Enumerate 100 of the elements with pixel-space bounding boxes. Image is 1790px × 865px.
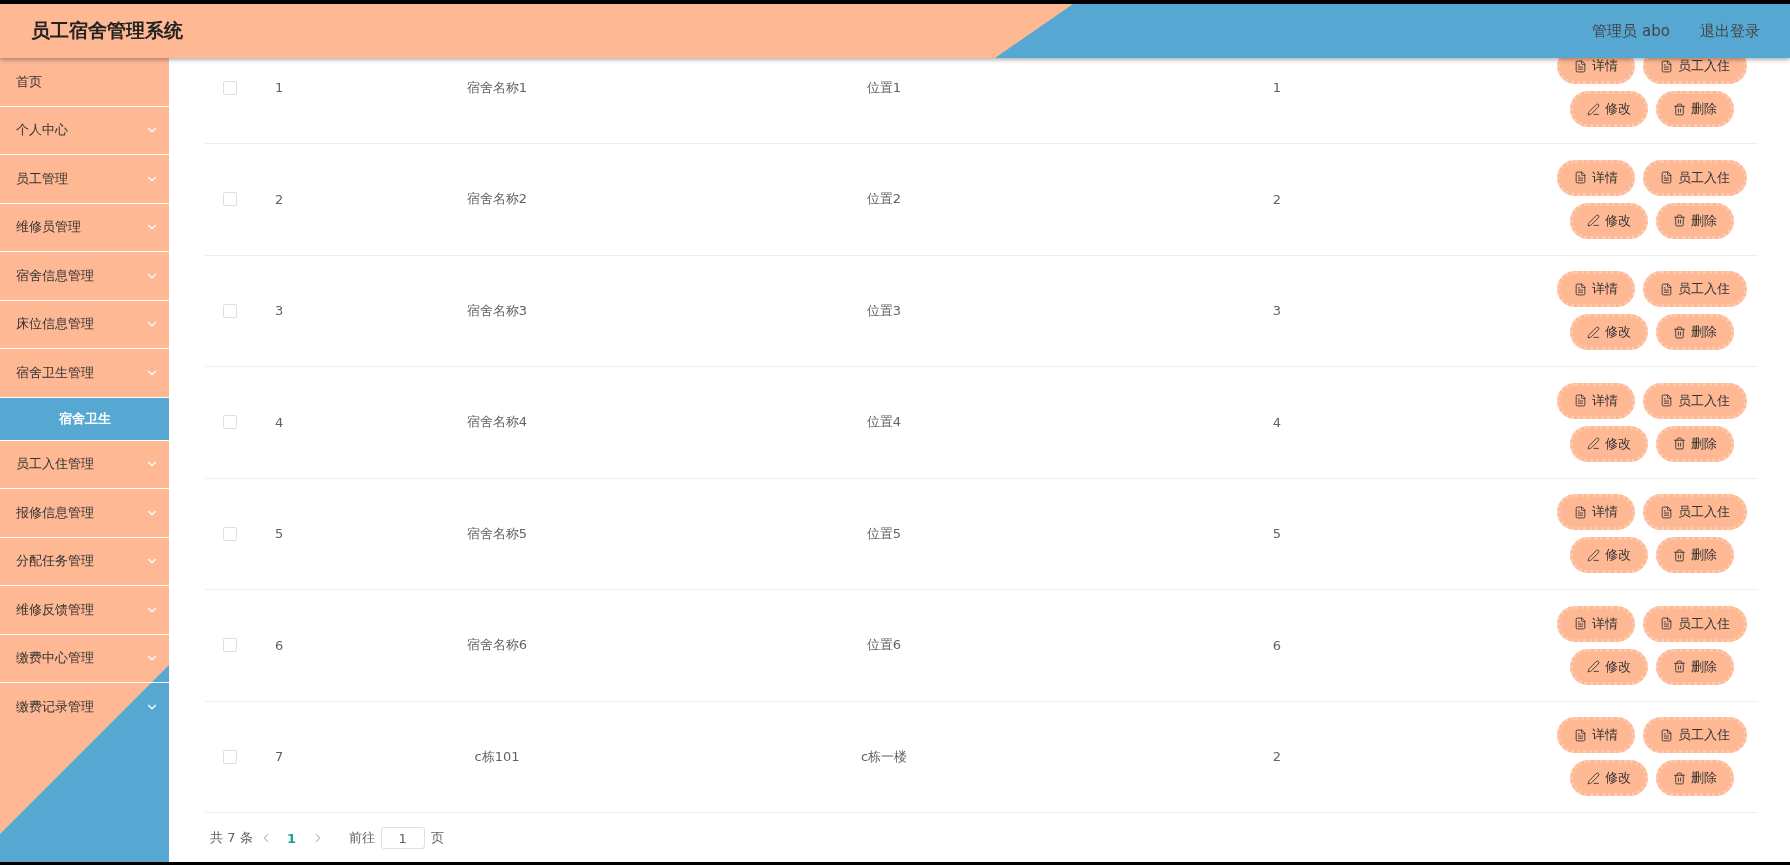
row-checkbox[interactable] xyxy=(223,526,237,541)
detail-button[interactable]: 详情 xyxy=(1557,159,1635,196)
delete-button[interactable]: 删除 xyxy=(1656,648,1734,685)
checkin-button[interactable]: 员工入住 xyxy=(1643,717,1747,754)
table-cell: 位置3 xyxy=(866,301,902,320)
table-cell-text: 1 xyxy=(274,80,284,96)
menu-item[interactable]: 报修信息管理 xyxy=(0,489,169,538)
table-cell: 1 xyxy=(1272,80,1282,96)
menu-item[interactable]: 员工管理 xyxy=(0,155,169,204)
checkin-button[interactable]: 员工入住 xyxy=(1643,271,1747,308)
pencil-icon xyxy=(1587,437,1600,451)
goto-label: 前往 xyxy=(348,829,375,847)
detail-button[interactable]: 详情 xyxy=(1557,717,1635,754)
document-icon xyxy=(1574,505,1587,519)
table-cell: c栋101 xyxy=(474,747,520,766)
table-cell: 2 xyxy=(1272,191,1282,207)
menu-item[interactable]: 宿舍卫生管理 xyxy=(0,349,169,398)
trash-icon xyxy=(1673,437,1686,451)
menu-item[interactable]: 分配任务管理 xyxy=(0,537,169,586)
menu-item[interactable]: 首页 xyxy=(0,58,169,107)
table-cell-text: 7 xyxy=(274,749,284,765)
document-icon xyxy=(1574,171,1587,185)
table-cell: 宿舍名称4 xyxy=(466,413,528,432)
document-icon xyxy=(1574,282,1587,296)
document-icon xyxy=(1660,617,1673,631)
table-cell: 6 xyxy=(1272,637,1282,653)
document-icon xyxy=(1574,617,1587,631)
edit-button[interactable]: 修改 xyxy=(1570,202,1648,239)
checkin-button[interactable]: 员工入住 xyxy=(1643,159,1747,196)
table-cell: 宿舍名称6 xyxy=(466,636,528,655)
edit-button[interactable]: 修改 xyxy=(1570,314,1648,351)
table-cell: 位置5 xyxy=(866,524,902,543)
table-cell-text: 3 xyxy=(274,303,284,319)
trash-icon xyxy=(1673,548,1686,562)
menu-item[interactable]: 宿舍信息管理 xyxy=(0,252,169,301)
table-cell: 宿舍名称1 xyxy=(466,78,528,97)
pencil-icon xyxy=(1587,548,1600,562)
document-icon xyxy=(1660,59,1673,73)
row-checkbox[interactable] xyxy=(223,749,237,764)
logout-link[interactable]: 退出登录 xyxy=(1700,21,1760,41)
pencil-icon xyxy=(1587,102,1600,116)
table-cell: 4 xyxy=(1272,414,1282,430)
menu-item[interactable]: 员工入住管理 xyxy=(0,440,169,489)
page-input[interactable]: 1 xyxy=(380,827,425,849)
document-icon xyxy=(1660,728,1673,742)
trash-icon xyxy=(1673,214,1686,228)
table-cell: 位置6 xyxy=(866,636,902,655)
pencil-icon xyxy=(1587,214,1600,228)
trash-icon xyxy=(1673,660,1686,674)
row-checkbox[interactable] xyxy=(223,638,237,653)
edit-button[interactable]: 修改 xyxy=(1570,537,1648,574)
menu-item[interactable]: 缴费记录管理 xyxy=(0,683,169,731)
trash-icon xyxy=(1673,325,1686,339)
delete-button[interactable]: 删除 xyxy=(1656,202,1734,239)
page-suffix: 页 xyxy=(430,829,444,847)
document-icon xyxy=(1660,394,1673,408)
table-cell-text: 6 xyxy=(274,637,284,653)
detail-button[interactable]: 详情 xyxy=(1557,58,1635,85)
edit-button[interactable]: 修改 xyxy=(1570,760,1648,797)
menu-item[interactable]: 维修反馈管理 xyxy=(0,586,169,635)
checkin-button[interactable]: 员工入住 xyxy=(1643,58,1747,85)
detail-button[interactable]: 详情 xyxy=(1557,382,1635,419)
table-cell: 5 xyxy=(1272,526,1282,542)
app-title: 员工宿舍管理系统 xyxy=(31,18,184,43)
pencil-icon xyxy=(1587,771,1600,785)
detail-button[interactable]: 详情 xyxy=(1557,271,1635,308)
menu-item[interactable]: 维修员管理 xyxy=(0,203,169,252)
checkin-button[interactable]: 员工入住 xyxy=(1643,382,1747,419)
document-icon xyxy=(1660,171,1673,185)
menu-item[interactable]: 床位信息管理 xyxy=(0,300,169,349)
delete-button[interactable]: 删除 xyxy=(1656,314,1734,351)
delete-button[interactable]: 删除 xyxy=(1656,537,1734,574)
row-checkbox[interactable] xyxy=(223,80,237,95)
menu-item[interactable]: 个人中心 xyxy=(0,106,169,155)
trash-icon xyxy=(1673,771,1686,785)
table-cell-text: 5 xyxy=(274,526,284,542)
document-icon xyxy=(1574,394,1587,408)
edit-button[interactable]: 修改 xyxy=(1570,648,1648,685)
delete-button[interactable]: 删除 xyxy=(1656,425,1734,462)
table-cell-text: 4 xyxy=(274,414,284,430)
delete-button[interactable]: 删除 xyxy=(1656,91,1734,128)
row-checkbox[interactable] xyxy=(223,303,237,318)
delete-button[interactable]: 删除 xyxy=(1656,760,1734,797)
edit-button[interactable]: 修改 xyxy=(1570,425,1648,462)
edit-button[interactable]: 修改 xyxy=(1570,91,1648,128)
table-cell: 宿舍名称3 xyxy=(466,301,528,320)
menu-item[interactable]: 缴费中心管理 xyxy=(0,634,169,683)
detail-button[interactable]: 详情 xyxy=(1557,494,1635,531)
user-label: 管理员 abo xyxy=(1592,21,1670,41)
total-count: 共 7 条 xyxy=(210,829,253,847)
checkin-button[interactable]: 员工入住 xyxy=(1643,605,1747,642)
pencil-icon xyxy=(1587,660,1600,674)
detail-button[interactable]: 详情 xyxy=(1557,605,1635,642)
table-cell-text: 2 xyxy=(274,191,284,207)
table-cell: 3 xyxy=(1272,303,1282,319)
table-cell: 2 xyxy=(1272,749,1282,765)
checkin-button[interactable]: 员工入住 xyxy=(1643,494,1747,531)
row-checkbox[interactable] xyxy=(223,192,237,207)
row-checkbox[interactable] xyxy=(223,415,237,430)
document-icon xyxy=(1574,728,1587,742)
